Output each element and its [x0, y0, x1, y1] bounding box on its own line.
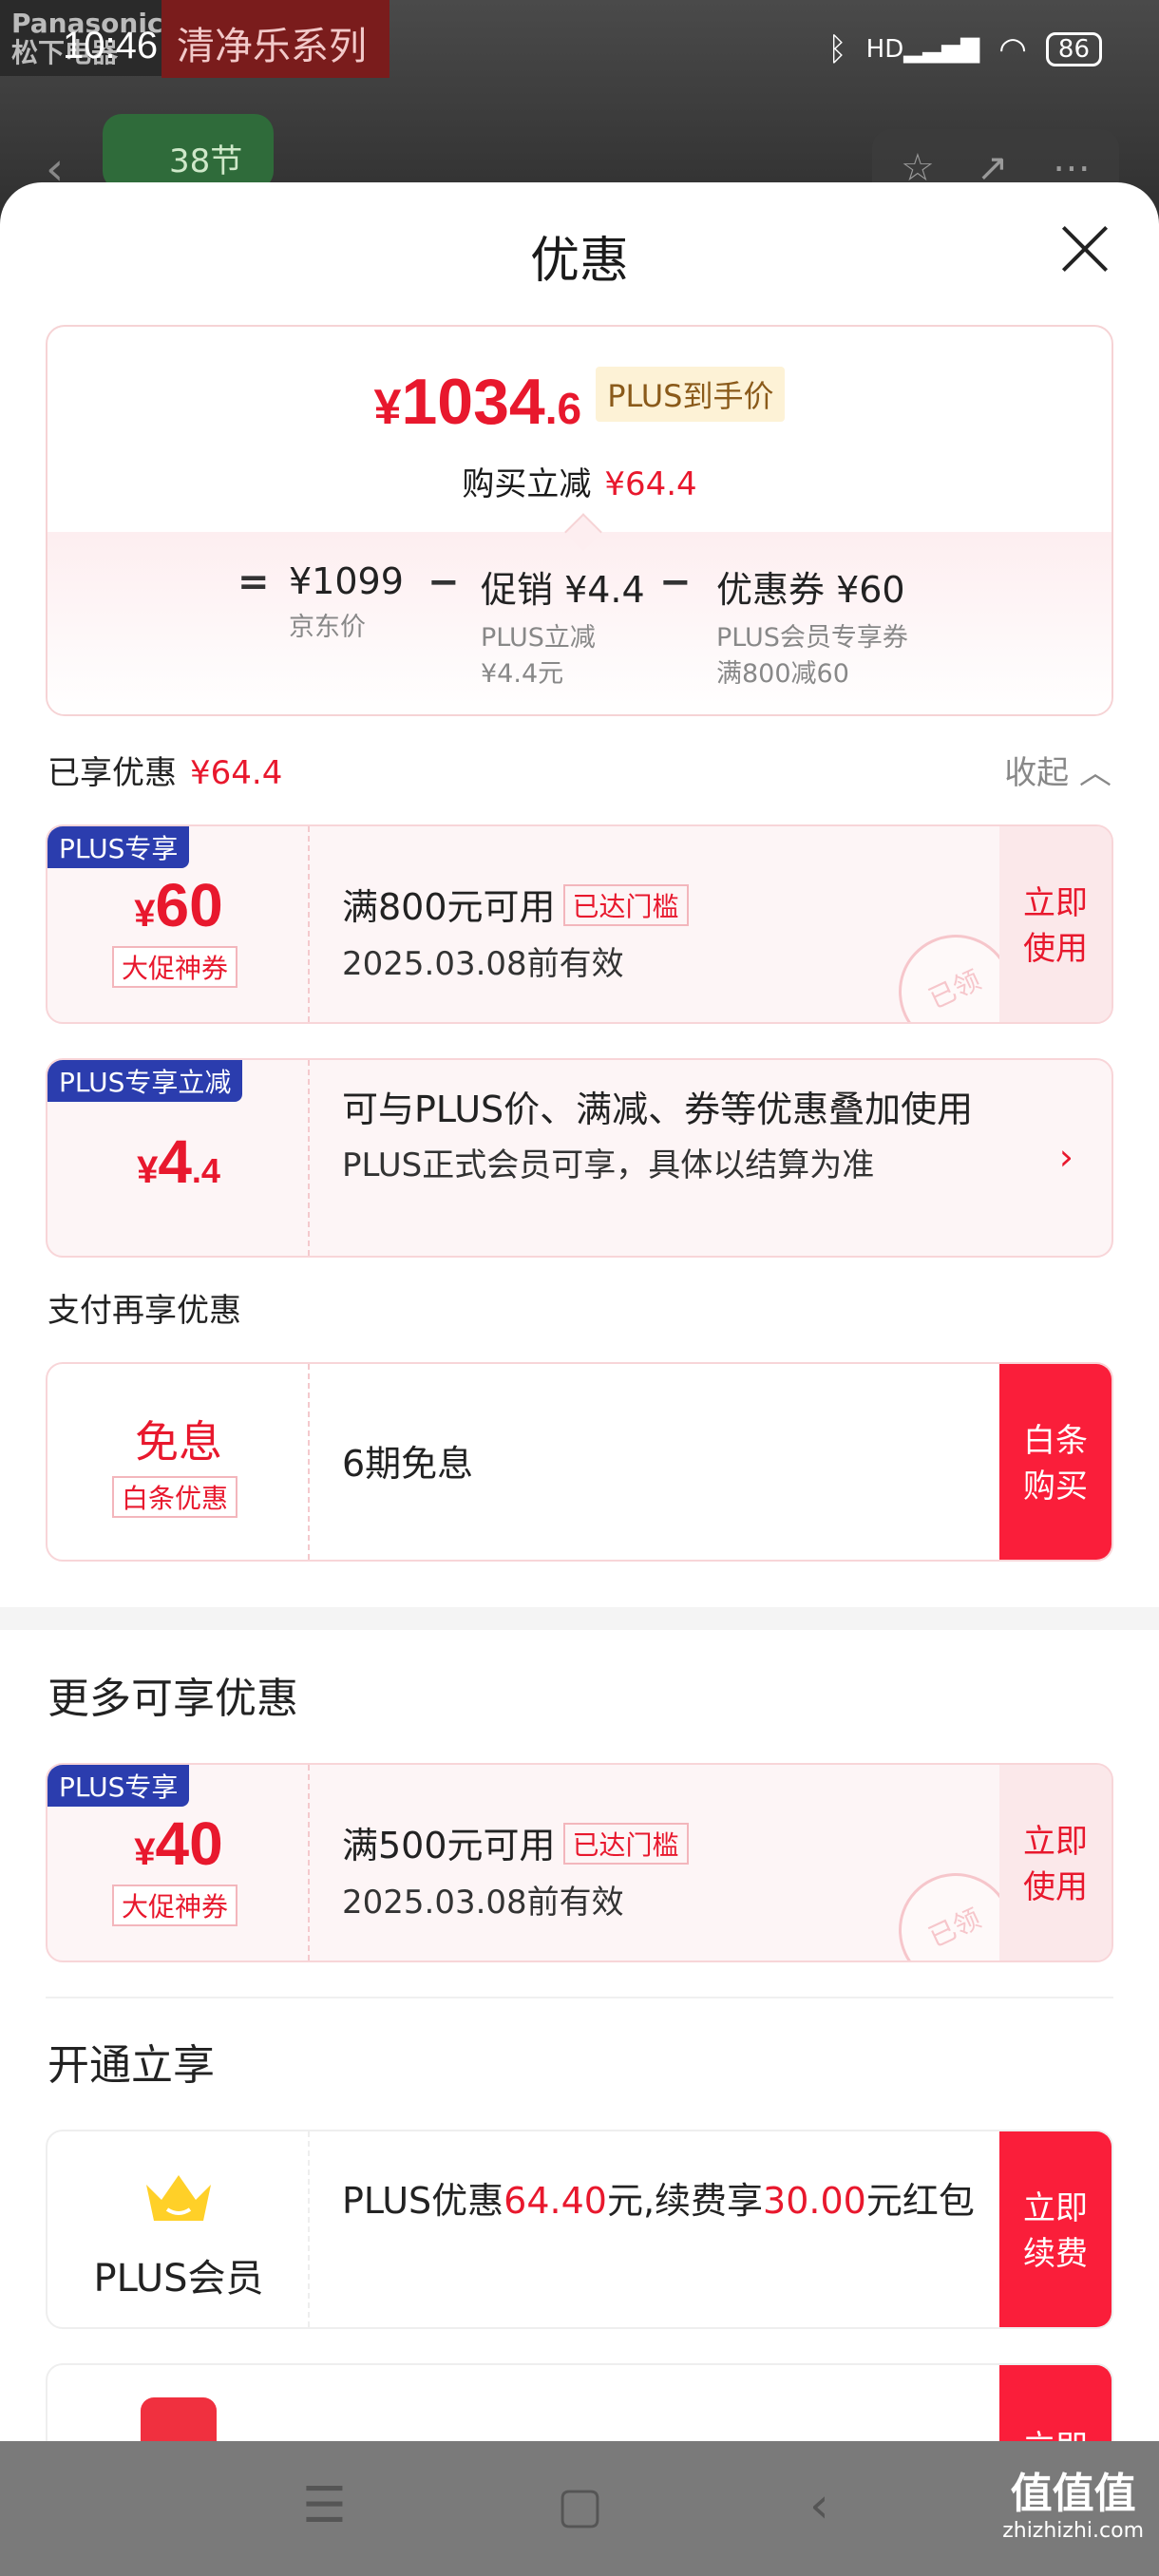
discount-row: 购买立减 ¥64.4	[462, 465, 697, 503]
menu-icon[interactable]: ☰	[302, 2477, 347, 2534]
plus-discount-card[interactable]: PLUS专享立减 ¥4.4 可与PLUS价、满减、券等优惠叠加使用 PLUS正式…	[46, 1058, 1113, 1258]
site-watermark: 值值值 zhizhizhi.com	[1002, 2470, 1144, 2543]
coupon-type: 大促神券	[112, 946, 238, 988]
coupon-condition: 满500元可用	[342, 1825, 556, 1866]
use-now-button[interactable]: 立即 使用	[999, 826, 1112, 1022]
coupon-amount: ¥60	[134, 871, 223, 939]
baitiao-card: 免息 白条优惠 6期免息 白条 购买	[46, 1362, 1113, 1562]
wifi-icon: ◠	[998, 30, 1027, 68]
bluetooth-icon: ᛒ	[827, 30, 847, 68]
price-formula: = ¥1099 京东价 − 促销 ¥4.4 PLUS立减 ¥4.4元 − 优惠券…	[48, 532, 1112, 714]
coupon-amount: 优惠券 ¥60 PLUS会员专享券 满800减60	[716, 569, 908, 689]
back-nav-icon[interactable]: ‹	[809, 2477, 829, 2534]
open-heading: 开通立享	[48, 2041, 215, 2090]
renew-button[interactable]: 立即 续费	[999, 2131, 1112, 2327]
status-time: 10:46	[63, 25, 159, 66]
final-price: ¥1034.6	[373, 366, 582, 438]
promo-amount: 促销 ¥4.4 PLUS立减 ¥4.4元	[481, 569, 645, 689]
next-offer-card: 立即	[46, 2363, 1113, 2441]
coupon-condition: 满800元可用	[342, 886, 556, 928]
festival-badge: 38节	[103, 114, 274, 190]
plus-member-card: PLUS会员 PLUS优惠64.40元,续费享30.00元红包 立即 续费	[46, 2130, 1113, 2329]
installment-text: 6期免息	[342, 1443, 474, 1485]
collapse-button[interactable]: 收起 ︿	[1004, 747, 1112, 793]
more-offers-heading: 更多可享优惠	[48, 1675, 298, 1723]
discount-description: 可与PLUS价、满减、券等优惠叠加使用	[342, 1089, 974, 1130]
price-summary: ¥1034.6 PLUS到手价 购买立减 ¥64.4 = ¥1099 京东价 − …	[46, 325, 1113, 716]
equals-sign: =	[238, 560, 270, 604]
app-icon	[141, 2397, 217, 2441]
enjoyed-label: 已享优惠 ¥64.4	[48, 754, 283, 792]
signal-icon: HD▂▃▅▇	[865, 35, 980, 64]
minus-sign: −	[659, 560, 692, 604]
plus-price-tag: PLUS到手价	[596, 367, 786, 422]
sheet-title: 优惠	[529, 233, 629, 290]
coupon-card: PLUS专享 ¥40 大促神券 满500元可用 已达门槛 2025.03.08前有…	[46, 1763, 1113, 1962]
discount-sheet: 优惠 ¥1034.6 PLUS到手价 购买立减 ¥64.4 = ¥1099 京东价…	[0, 182, 1159, 2441]
close-icon[interactable]	[1058, 222, 1112, 275]
plus-member-label: PLUS会员	[93, 2257, 264, 2301]
battery-icon: 86	[1045, 32, 1102, 66]
minus-sign: −	[428, 560, 460, 604]
status-bar: 10:46 ᛒ HD▂▃▅▇ ◠ 86	[0, 0, 1159, 95]
coupon-type: 大促神券	[112, 1885, 238, 1926]
baitiao-buy-button[interactable]: 白条 购买	[999, 1364, 1112, 1560]
coupon-expiry: 2025.03.08前有效	[342, 945, 624, 983]
home-icon[interactable]: ▢	[557, 2477, 603, 2534]
pay-section-label: 支付再享优惠	[48, 1292, 241, 1330]
threshold-badge: 已达门槛	[562, 1823, 689, 1865]
plus-offer-text: PLUS优惠64.40元,续费享30.00元红包	[342, 2180, 975, 2222]
jd-price: ¥1099 京东价	[289, 560, 404, 642]
system-nav-bar: ☰ ▢ ‹	[0, 2441, 1159, 2576]
discount-amount: ¥4.4	[137, 1127, 220, 1196]
threshold-badge: 已达门槛	[562, 884, 689, 926]
baitiao-tag: 白条优惠	[112, 1476, 238, 1518]
coupon-expiry: 2025.03.08前有效	[342, 1884, 624, 1922]
plus-exclusive-tag: PLUS专享	[48, 826, 190, 868]
coupon-amount: ¥40	[134, 1809, 223, 1878]
plus-discount-tag: PLUS专享立减	[48, 1060, 243, 1102]
discount-note: PLUS正式会员可享，具体以结算为准	[342, 1146, 875, 1184]
coupon-card: PLUS专享 ¥60 大促神券 满800元可用 已达门槛 2025.03.08前有…	[46, 824, 1113, 1024]
chevron-right-icon[interactable]: ›	[1059, 1136, 1074, 1178]
next-action-button[interactable]: 立即	[999, 2365, 1112, 2441]
interest-free-title: 免息	[135, 1416, 222, 1468]
use-now-button[interactable]: 立即 使用	[999, 1765, 1112, 1960]
plus-exclusive-tag: PLUS专享	[48, 1765, 190, 1807]
crown-icon	[146, 2175, 211, 2221]
